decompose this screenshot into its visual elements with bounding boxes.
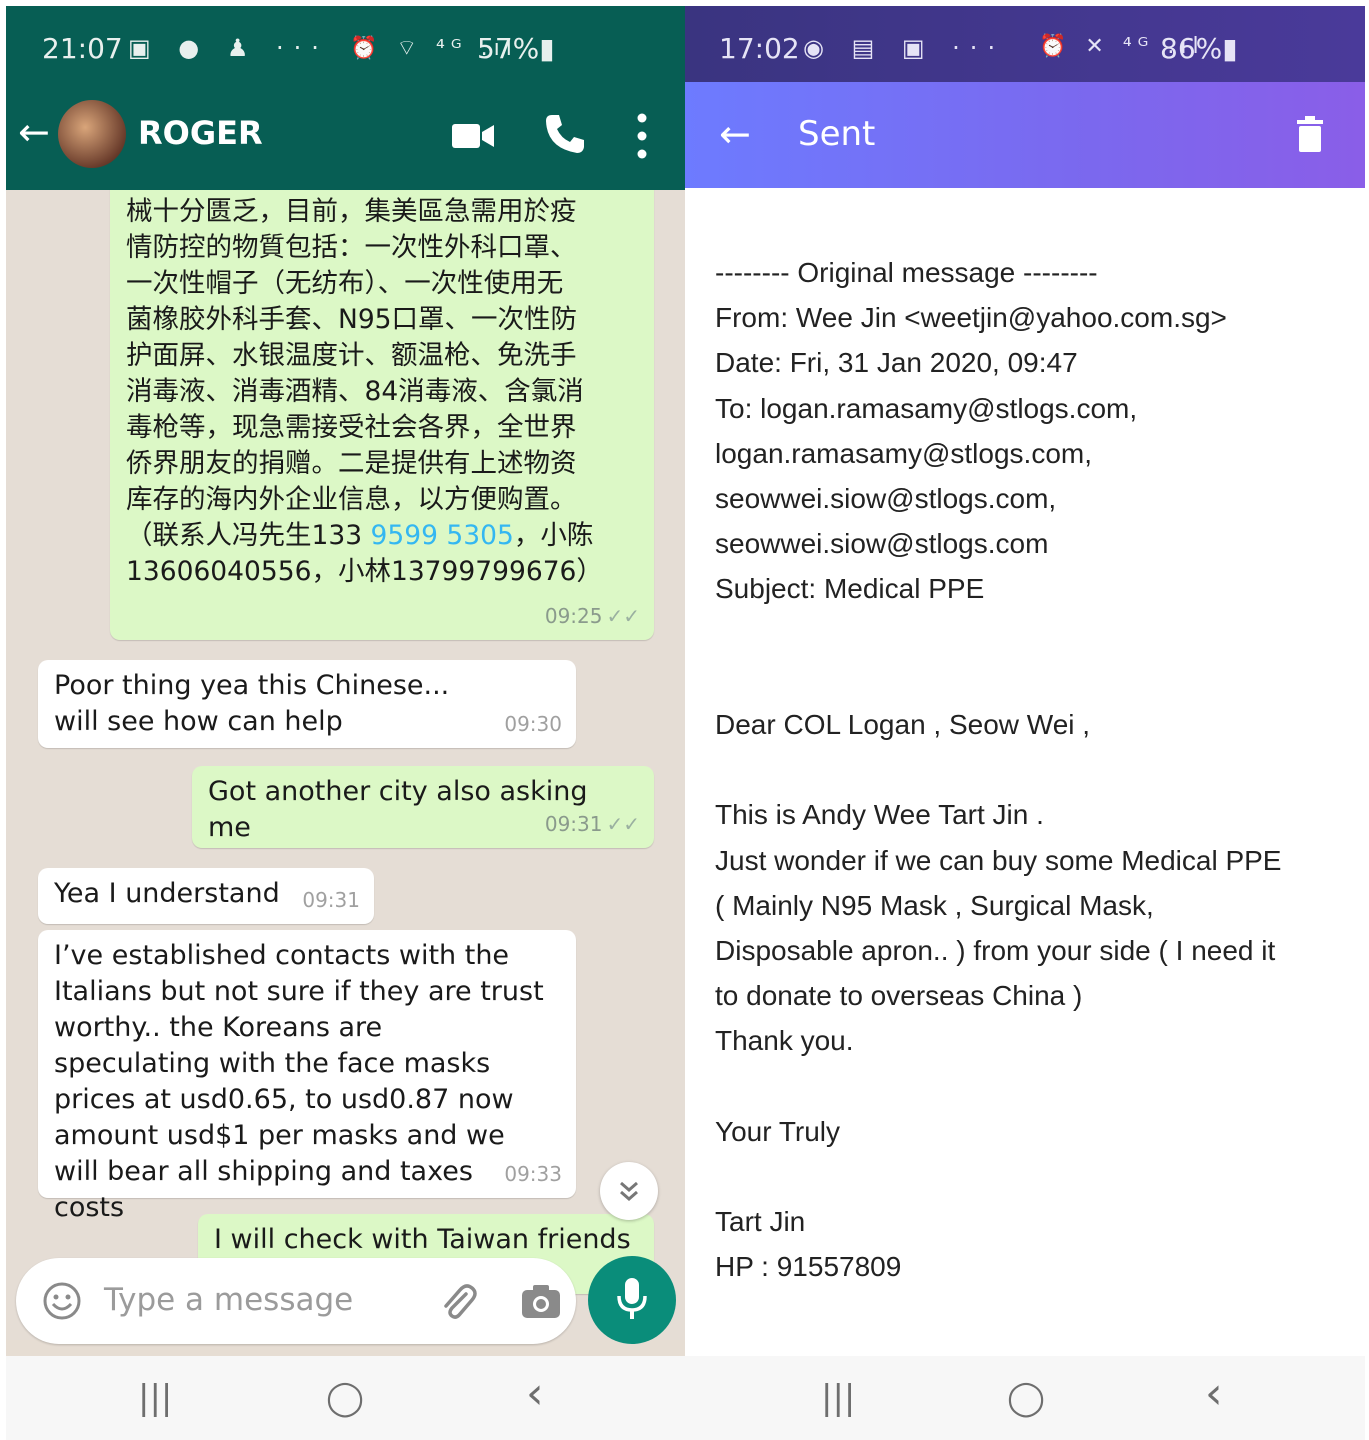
read-receipt-icon: ✓✓: [606, 604, 640, 628]
system-navigation-bar: ||| ◯ ‹: [685, 1356, 1365, 1440]
email-line: [715, 747, 1355, 792]
avatar[interactable]: [58, 100, 126, 168]
message-text: 械十分匮乏，目前，集美區急需用於疫: [126, 196, 577, 227]
message-text: Poor thing yea this Chinese... will see …: [54, 670, 450, 737]
email-line: Disposable apron.. ) from your side ( I …: [715, 935, 1276, 966]
message-text: 护面屏、水银温度计、额温枪、免洗手: [126, 340, 577, 371]
microphone-icon: [617, 1278, 647, 1319]
message-input[interactable]: Type a message: [104, 1282, 353, 1318]
attachment-icon[interactable]: [436, 1280, 480, 1324]
notification-icons: ▣ ● ♟ ···: [128, 34, 329, 62]
email-screen: 17:02 ◉ ▤ ▣ ··· ⏰ ✕ ⁴ᴳ .ıl 86%▮ ← Sent -…: [685, 6, 1365, 1440]
message-bubble-outgoing[interactable]: Got another city also asking me 09:31 ✓✓: [192, 766, 654, 848]
message-time: 09:31: [302, 888, 360, 912]
message-text: （联系人冯先生133 9599 5305，小陈: [126, 518, 638, 554]
email-line: Tart Jin: [715, 1206, 806, 1238]
home-button[interactable]: ◯: [326, 1378, 364, 1418]
scroll-to-bottom-button[interactable]: [600, 1162, 658, 1220]
message-composer[interactable]: Type a message: [16, 1258, 576, 1344]
message-text: 侨界朋友的捐赠。二是提供有上述物资: [126, 448, 577, 479]
home-button[interactable]: ◯: [1007, 1378, 1045, 1418]
more-options-icon[interactable]: [634, 112, 650, 160]
email-line: HP : 91557809: [715, 1251, 902, 1283]
message-text: 情防控的物質包括：一次性外科口罩、: [126, 232, 577, 263]
email-line: Date: Fri, 31 Jan 2020, 09:47: [715, 347, 1078, 379]
email-line: -------- Original message --------: [715, 257, 1098, 288]
email-line: [715, 1154, 1355, 1199]
status-bar: 17:02 ◉ ▤ ▣ ··· ⏰ ✕ ⁴ᴳ .ıl 86%▮: [685, 6, 1365, 82]
email-line: ( Mainly N95 Mask , Surgical Mask,: [715, 889, 1154, 921]
email-header: ← Sent: [685, 82, 1365, 188]
email-line: [715, 1064, 1355, 1109]
message-text: 毒枪等，现急需接受社会各界，全世界: [126, 412, 577, 443]
message-text: 库存的海内外企业信息，以方便购置。: [126, 484, 577, 515]
email-line: [715, 657, 1355, 702]
battery-level: 57%▮: [477, 32, 555, 65]
message-text: 菌橡胶外科手套、N95口罩、一次性防: [126, 304, 578, 335]
voice-message-button[interactable]: [588, 1256, 676, 1344]
message-meta: 09:25 ✓✓: [545, 598, 640, 634]
email-body: -------- Original message -------- From: …: [715, 250, 1355, 1290]
message-time: 09:25: [544, 604, 603, 628]
message-bubble-incoming[interactable]: I’ve established contacts with the Itali…: [38, 930, 576, 1223]
message-time: 09:31: [544, 812, 603, 836]
video-call-icon[interactable]: [452, 120, 494, 152]
message-meta: 09:31 ✓✓: [545, 806, 640, 842]
back-button[interactable]: ‹: [526, 1368, 544, 1419]
battery-level: 86%▮: [1160, 32, 1238, 65]
status-time: 21:07: [42, 32, 123, 65]
message-text: 消毒液、消毒酒精、84消毒液、含氯消: [126, 376, 584, 407]
email-line: Dear COL Logan , Seow Wei ,: [715, 709, 1091, 740]
message-text: I will check with Taiwan friends: [214, 1224, 631, 1255]
read-receipt-icon: ✓✓: [606, 812, 640, 836]
message-bubble-outgoing[interactable]: 械十分匮乏，目前，集美區急需用於疫 情防控的物質包括：一次性外科口罩、 一次性帽…: [110, 190, 654, 640]
page-title: Sent: [798, 114, 876, 154]
camera-icon[interactable]: [520, 1282, 562, 1320]
message-time: 09:30: [504, 712, 562, 736]
email-line: Thank you.: [715, 1025, 854, 1057]
recents-button[interactable]: |||: [138, 1378, 172, 1418]
message-list[interactable]: 械十分匮乏，目前，集美區急需用於疫 情防控的物質包括：一次性外科口罩、 一次性帽…: [6, 190, 685, 1340]
whatsapp-screen: 21:07 ▣ ● ♟ ··· ⏰ ⌔ ⁴ᴳ .ıl 57%▮ ← ROGER …: [6, 6, 685, 1440]
email-line: [715, 612, 1355, 657]
back-arrow-icon[interactable]: ←: [18, 110, 50, 154]
contact-suffix: ，小陈: [513, 520, 594, 551]
message-time: 09:33: [504, 1162, 562, 1186]
message-text: I’ve established contacts with the Itali…: [54, 940, 544, 1223]
contact-name[interactable]: ROGER: [138, 114, 263, 152]
back-button[interactable]: ‹: [1205, 1368, 1223, 1419]
email-line: logan.ramasamy@stlogs.com,: [715, 437, 1093, 469]
email-line: From: Wee Jin <weetjin@yahoo.com.sg>: [715, 302, 1227, 334]
notification-icons: ◉ ▤ ▣ ···: [803, 34, 1006, 62]
email-line: This is Andy Wee Tart Jin .: [715, 799, 1044, 831]
email-line: To: logan.ramasamy@stlogs.com,: [715, 392, 1138, 424]
email-line: to donate to overseas China ): [715, 980, 1083, 1012]
recents-button[interactable]: |||: [821, 1378, 855, 1418]
contact-prefix: （联系人冯先生133: [126, 520, 371, 551]
message-text: 13606040556，小林13799799676）: [126, 556, 603, 587]
phone-call-icon[interactable]: [543, 112, 587, 156]
chat-header: ← ROGER: [6, 82, 685, 190]
system-navigation-bar: ||| ◯ ‹: [6, 1356, 685, 1440]
status-bar: 21:07 ▣ ● ♟ ··· ⏰ ⌔ ⁴ᴳ .ıl 57%▮: [6, 6, 685, 82]
email-line: seowwei.siow@stlogs.com: [715, 528, 1049, 560]
message-text: 一次性帽子（无纺布）、一次性使用无: [126, 268, 564, 299]
emoji-icon[interactable]: [42, 1281, 82, 1321]
email-line: Your Truly: [715, 1115, 841, 1147]
double-chevron-down-icon: [620, 1181, 638, 1201]
email-line: Just wonder if we can buy some Medical P…: [715, 844, 1282, 876]
phone-number-link[interactable]: 9599 5305: [371, 520, 514, 551]
message-bubble-incoming[interactable]: Yea I understand 09:31: [38, 868, 374, 924]
back-arrow-icon[interactable]: ←: [719, 112, 751, 156]
email-line: Subject: Medical PPE: [715, 573, 985, 605]
message-bubble-incoming[interactable]: Poor thing yea this Chinese... will see …: [38, 660, 576, 748]
email-line: seowwei.siow@stlogs.com,: [715, 483, 1057, 515]
status-time: 17:02: [719, 32, 800, 65]
trash-icon[interactable]: [1295, 116, 1325, 152]
